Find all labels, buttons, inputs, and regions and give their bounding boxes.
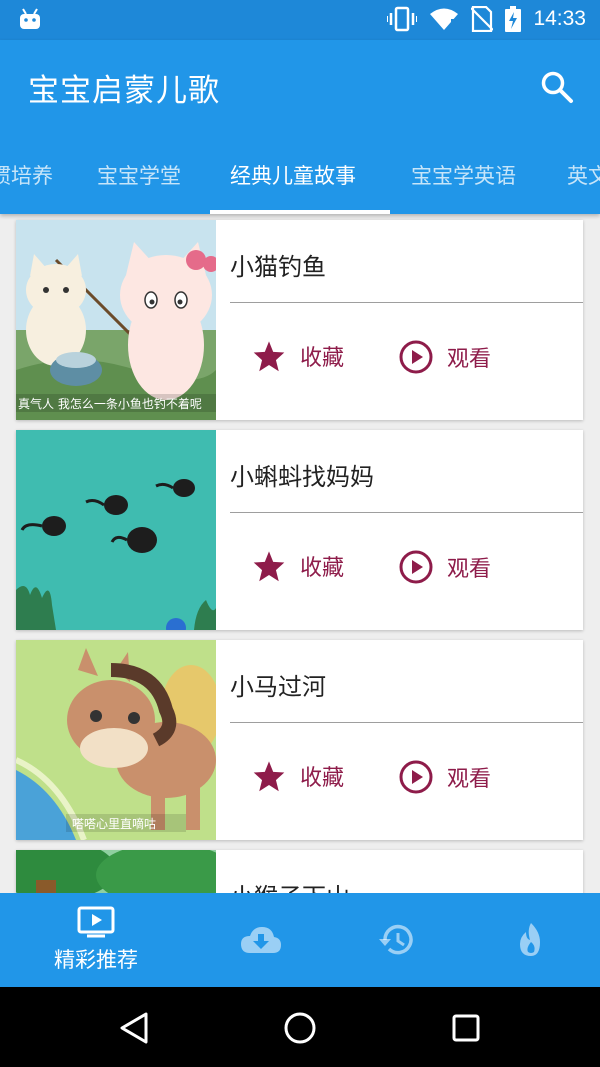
favorite-label: 收藏 [300, 346, 345, 371]
story-card[interactable]: 小猴子下山 收藏 观看 [16, 850, 583, 894]
flame-icon [520, 923, 540, 956]
divider [230, 512, 583, 513]
thumbnail-caption: 嗒嗒心里直嘀咕 [72, 816, 156, 831]
watch-button[interactable]: 观看 [399, 550, 491, 584]
story-title: 小猴子下山 [230, 877, 350, 894]
nav-history[interactable] [321, 893, 471, 987]
battery-charging-icon [505, 6, 522, 32]
favorite-label: 收藏 [300, 766, 345, 791]
nav-downloads[interactable] [186, 893, 336, 987]
video-icon [77, 906, 115, 938]
story-title: 小蝌蚪找妈妈 [230, 463, 374, 491]
category-tabs: 惯培养 宝宝学堂 经典儿童故事 宝宝学英语 英文 [0, 142, 600, 214]
tab-baby-english[interactable]: 宝宝学英语 [411, 160, 516, 190]
tab-baby-school[interactable]: 宝宝学堂 [97, 160, 181, 190]
cloud-download-icon [241, 927, 281, 953]
star-icon [253, 341, 285, 372]
search-icon [541, 71, 573, 103]
app-title: 宝宝启蒙儿歌 [28, 73, 220, 109]
no-sim-icon [471, 6, 494, 32]
watch-label: 观看 [447, 767, 492, 792]
story-thumbnail[interactable] [16, 430, 216, 630]
star-icon [253, 551, 285, 582]
story-list: 真气人 我怎么一条小鱼也钓不着呢 小猫钓鱼 收藏 观看 小蝌蚪找妈妈 收藏 观看… [0, 214, 600, 894]
watch-button[interactable]: 观看 [399, 760, 491, 794]
status-time: 14:33 [533, 7, 586, 30]
thumbnail-caption: 真气人 我怎么一条小鱼也钓不着呢 [18, 396, 202, 411]
tab-classic-stories[interactable]: 经典儿童故事 [230, 160, 356, 190]
history-icon [379, 924, 413, 955]
back-icon[interactable] [118, 1011, 150, 1045]
nav-featured[interactable]: 精彩推荐 [21, 893, 171, 987]
vibrate-icon [387, 6, 418, 32]
recents-icon[interactable] [452, 1014, 480, 1042]
wifi-icon [430, 8, 459, 30]
android-debug-icon [20, 8, 40, 29]
app-bar: 宝宝启蒙儿歌 惯培养 宝宝学堂 经典儿童故事 宝宝学英语 英文 [0, 40, 600, 214]
bottom-navigation: 精彩推荐 [0, 893, 600, 987]
story-title: 小猫钓鱼 [230, 253, 326, 281]
story-title: 小马过河 [230, 673, 326, 701]
play-circle-icon [399, 550, 433, 584]
favorite-label: 收藏 [300, 556, 345, 581]
story-card[interactable]: 真气人 我怎么一条小鱼也钓不着呢 小猫钓鱼 收藏 观看 [16, 220, 583, 420]
home-icon[interactable] [283, 1011, 317, 1045]
play-circle-icon [399, 340, 433, 374]
watch-label: 观看 [447, 347, 492, 372]
watch-button[interactable]: 观看 [399, 340, 491, 374]
watch-label: 观看 [447, 557, 492, 582]
tab-english[interactable]: 英文 [567, 160, 600, 190]
nav-hot[interactable] [456, 893, 600, 987]
play-circle-icon [399, 760, 433, 794]
story-thumbnail[interactable] [16, 850, 216, 894]
story-thumbnail[interactable]: 真气人 我怎么一条小鱼也钓不着呢 [16, 220, 216, 420]
favorite-button[interactable]: 收藏 [252, 760, 344, 792]
divider [230, 722, 583, 723]
story-thumbnail[interactable]: 嗒嗒心里直嘀咕 [16, 640, 216, 840]
story-card[interactable]: 嗒嗒心里直嘀咕 小马过河 收藏 观看 [16, 640, 583, 840]
status-bar: 14:33 [0, 0, 600, 40]
divider [230, 302, 583, 303]
favorite-button[interactable]: 收藏 [252, 340, 344, 372]
favorite-button[interactable]: 收藏 [252, 550, 344, 582]
star-icon [253, 761, 285, 792]
story-card[interactable]: 小蝌蚪找妈妈 收藏 观看 [16, 430, 583, 630]
nav-featured-label: 精彩推荐 [54, 948, 138, 972]
search-button[interactable] [540, 70, 574, 104]
system-navigation-bar [0, 987, 600, 1067]
tab-habits[interactable]: 惯培养 [0, 160, 53, 190]
